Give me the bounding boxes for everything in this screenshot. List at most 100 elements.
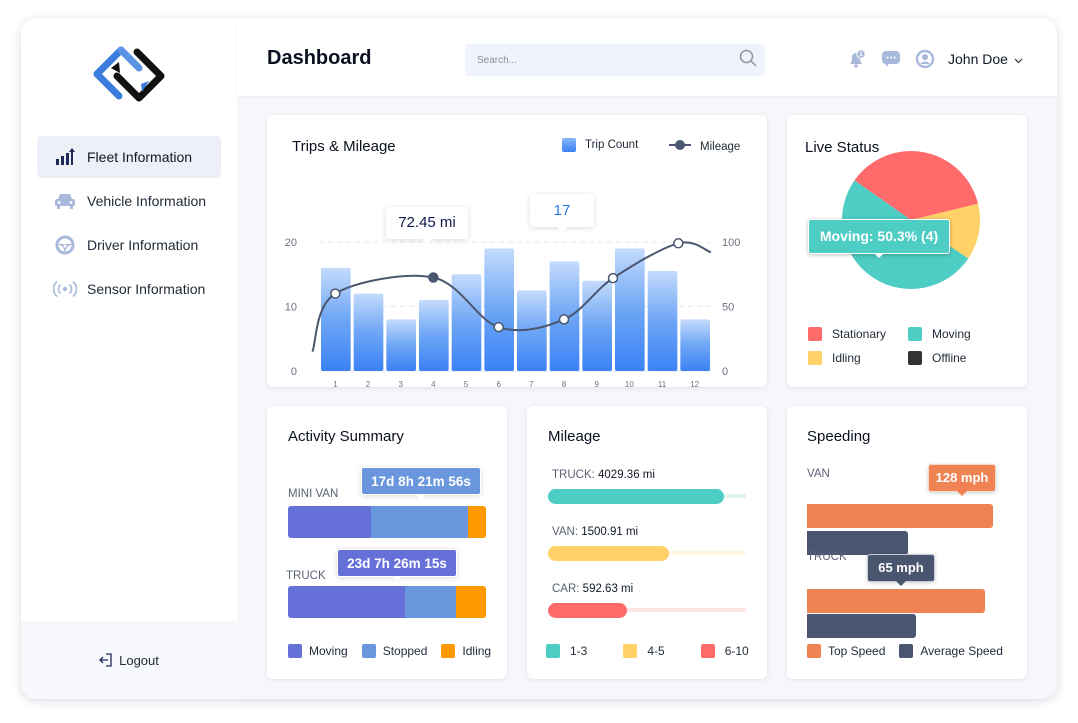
- row-label: TRUCK: [807, 551, 847, 563]
- activity-tooltip: 23d 7h 26m 15s: [337, 549, 457, 581]
- vehicle-type: CAR: [552, 583, 577, 595]
- legend-swatch: [808, 351, 822, 365]
- trips-mileage-card: Trips & Mileage Trip Count Mileage 0 10 20…: [267, 115, 767, 387]
- legend-label: Moving: [932, 327, 971, 341]
- chevron-down-icon: [1014, 51, 1023, 67]
- legend-label: Idling: [832, 351, 861, 365]
- legend-label: Moving: [309, 644, 348, 658]
- logo[interactable]: [89, 44, 169, 106]
- car-icon: [53, 191, 77, 211]
- activity-bar-truck[interactable]: [288, 586, 486, 618]
- legend-top-speed: Top Speed: [807, 644, 885, 658]
- mileage-point: [330, 288, 341, 299]
- page-title: Dashboard: [267, 47, 372, 69]
- legend-swatch: [807, 644, 821, 658]
- avg-speed-bar-truck[interactable]: [807, 614, 916, 638]
- pie-tooltip: Moving: 50.3% (4): [808, 219, 950, 258]
- top-speed-bar-van[interactable]: [807, 504, 994, 528]
- trip-count-bar: [419, 300, 449, 371]
- mileage-row-label: VAN: 1500.91 mi: [552, 526, 638, 538]
- mileage-value: 4029.36 mi: [598, 469, 655, 481]
- legend-1-3: 1-3: [546, 644, 587, 658]
- legend-offline: Offline: [908, 351, 1008, 365]
- sidebar-item-driver-information[interactable]: Driver Information: [37, 224, 221, 266]
- sidebar-item-fleet-information[interactable]: Fleet Information: [37, 136, 221, 178]
- left-axis-tick: 20: [285, 237, 297, 249]
- user-menu[interactable]: John Doe: [948, 51, 1023, 67]
- mileage-row-label: TRUCK: 4029.36 mi: [552, 469, 655, 481]
- search-input[interactable]: [477, 54, 739, 66]
- card-title: Speeding: [807, 428, 871, 445]
- mileage-point: [673, 238, 684, 249]
- sidebar: Fleet Information Vehicle Information Dr…: [21, 18, 237, 699]
- mileage-bar[interactable]: [548, 489, 725, 504]
- x-axis-tick: 9: [594, 380, 599, 387]
- search-icon[interactable]: [739, 49, 757, 72]
- mileage-bar[interactable]: [548, 546, 669, 561]
- mileage-card: Mileage TRUCK: 4029.36 mi VAN: 1500.91 mi…: [527, 406, 767, 679]
- mileage-point: [607, 272, 619, 284]
- segment-idling[interactable]: [468, 506, 486, 538]
- trip-count-bar: [484, 248, 514, 371]
- avg-speed-tooltip: 65 mph: [867, 554, 935, 586]
- legend-swatch: [361, 644, 376, 658]
- legend-label: 4-5: [647, 644, 665, 658]
- mileage-point-highlighted: [428, 272, 439, 283]
- signal-bars-icon: [53, 147, 77, 167]
- activity-bar-mini-van[interactable]: [288, 506, 486, 538]
- steering-wheel-icon: [53, 235, 77, 255]
- segment-moving[interactable]: [288, 506, 372, 538]
- mileage-bar[interactable]: [548, 603, 628, 618]
- logout-label: Logout: [119, 652, 159, 668]
- x-axis-tick: 3: [398, 380, 403, 387]
- sidebar-item-label: Driver Information: [87, 237, 199, 253]
- legend-stationary: Stationary: [808, 327, 908, 341]
- user-name: John Doe: [948, 51, 1008, 67]
- speeding-card: Speeding VAN 128 mph TRUCK 65 mph Top Sp…: [787, 406, 1027, 679]
- trip-count-tooltip: 17: [530, 194, 594, 232]
- sidebar-item-vehicle-information[interactable]: Vehicle Information: [37, 180, 221, 222]
- chat-icon[interactable]: [881, 49, 901, 69]
- mileage-point: [493, 321, 504, 333]
- sidebar-nav: Fleet Information Vehicle Information Dr…: [37, 136, 221, 312]
- x-axis-tick: 6: [496, 380, 501, 387]
- segment-stopped[interactable]: [371, 506, 469, 538]
- card-title: Activity Summary: [288, 428, 404, 445]
- logout-button[interactable]: Logout: [21, 621, 237, 699]
- mileage-row-label: CAR: 592.63 mi: [552, 583, 633, 595]
- top-bar: Dashboard 1: [237, 18, 1057, 96]
- right-axis-tick: 50: [722, 302, 734, 314]
- live-status-card: Live Status Moving: 50.3% (4) Stationary…: [787, 115, 1027, 387]
- trips-chart: 01020050100 1 2 3 4 5 6 7 8 9 10 11 12: [285, 237, 741, 387]
- legend-label: Stationary: [832, 327, 887, 341]
- activity-tooltip: 17d 8h 21m 56s: [361, 467, 481, 499]
- mileage-point: [558, 314, 570, 325]
- legend-swatch: [623, 644, 638, 658]
- segment-stopped[interactable]: [404, 586, 457, 618]
- sensor-icon: [53, 279, 77, 299]
- notification-bell-icon[interactable]: 1: [847, 49, 867, 69]
- legend-swatch: [908, 327, 922, 341]
- x-axis-tick: 5: [464, 380, 469, 387]
- legend-label: Offline: [932, 351, 967, 365]
- segment-idling[interactable]: [456, 586, 486, 618]
- legend-label: Stopped: [382, 644, 428, 658]
- search-box: [465, 44, 765, 76]
- vehicle-type: VAN: [552, 526, 575, 538]
- pie-legend: Stationary Moving Idling Offline: [808, 327, 1008, 365]
- legend-swatch: [899, 644, 914, 658]
- mileage-value: 1500.91 mi: [581, 526, 639, 538]
- x-axis-tick: 10: [625, 380, 634, 387]
- right-axis-tick: 100: [722, 237, 740, 249]
- top-speed-bar-truck[interactable]: [807, 589, 986, 613]
- legend-label: Idling: [462, 644, 492, 658]
- row-label: VAN: [807, 468, 830, 480]
- x-axis-tick: 11: [658, 380, 667, 387]
- segment-moving[interactable]: [288, 586, 405, 618]
- trip-count-bar: [582, 280, 612, 371]
- sidebar-item-label: Sensor Information: [87, 281, 206, 297]
- user-avatar-icon[interactable]: [915, 49, 935, 69]
- row-label: MINI VAN: [288, 488, 339, 500]
- trip-count-bar: [647, 271, 678, 371]
- sidebar-item-sensor-information[interactable]: Sensor Information: [37, 268, 221, 310]
